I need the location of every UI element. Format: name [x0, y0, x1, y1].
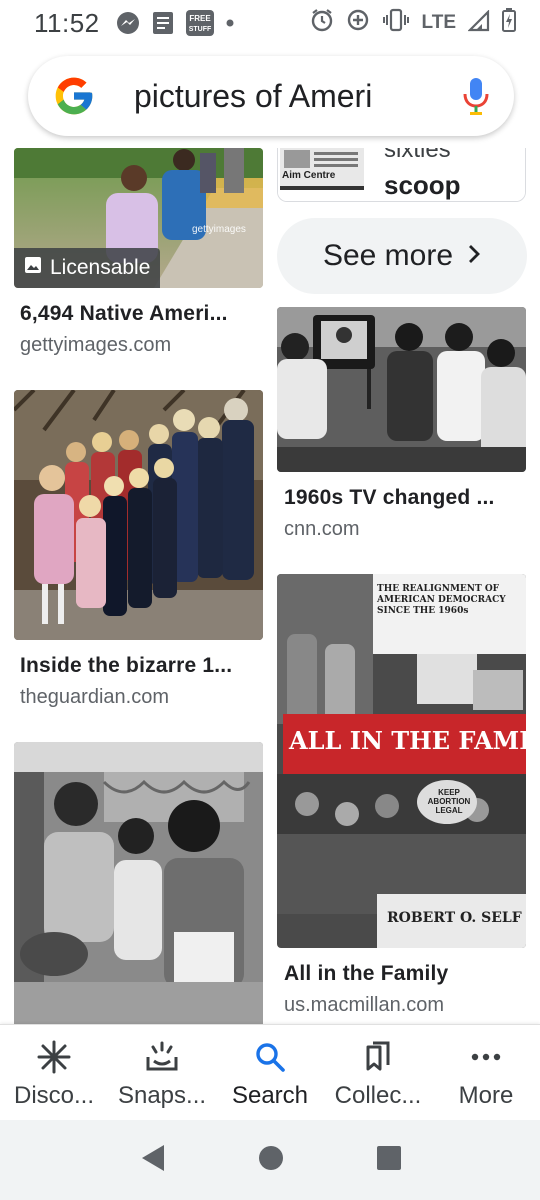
see-more-button[interactable]: See more — [277, 218, 527, 294]
vibrate-icon — [382, 8, 410, 39]
result-title[interactable]: 6,494 Native Ameri... — [20, 302, 228, 326]
image-icon — [24, 256, 42, 280]
result-image-family-kitchen[interactable] — [14, 742, 263, 1024]
bottom-nav: Disco... Snaps... Search Collec... More — [0, 1024, 540, 1120]
nav-label: Search — [231, 1082, 309, 1109]
getty-watermark: gettyimages — [192, 224, 246, 235]
search-input[interactable]: pictures of Ameri — [134, 78, 452, 115]
result-image-1960s-tv[interactable] — [277, 307, 526, 472]
status-right: LTE — [310, 7, 516, 39]
book-author: ROBERT O. SELF — [387, 910, 522, 926]
nav-discover[interactable]: Disco... — [0, 1025, 108, 1120]
nav-label: Collec... — [334, 1082, 422, 1109]
nav-label: Disco... — [13, 1082, 94, 1109]
nav-label: Snaps... — [117, 1082, 207, 1109]
book-title: ALL IN THE FAMILY — [289, 726, 526, 755]
newspaper-snippet-bottom: scoop — [384, 170, 461, 200]
nav-search[interactable]: Search — [216, 1025, 324, 1120]
newspaper-caption: Aim Centre — [282, 170, 336, 181]
result-title[interactable]: All in the Family — [284, 962, 448, 986]
newspaper-snippet-top: sixties — [384, 148, 451, 163]
collections-icon — [360, 1039, 396, 1080]
book-sign: KEEP ABORTION LEGAL — [427, 788, 471, 815]
licensable-badge[interactable]: Licensable — [14, 248, 161, 288]
status-bar: 11:52 FREE STUFF LTE — [0, 0, 540, 46]
network-type: LTE — [421, 12, 456, 33]
google-g-icon — [52, 74, 96, 118]
messenger-icon — [116, 11, 140, 35]
nav-snapshot[interactable]: Snaps... — [108, 1025, 216, 1120]
chevron-right-icon — [467, 239, 481, 273]
svg-text:STUFF: STUFF — [188, 26, 211, 33]
result-image-native-children[interactable]: gettyimages Licensable — [14, 148, 263, 288]
news-icon — [152, 11, 174, 35]
result-source[interactable]: us.macmillan.com — [284, 994, 444, 1017]
svg-text:FREE: FREE — [189, 14, 211, 23]
battery-icon — [502, 7, 516, 39]
data-saver-icon — [346, 8, 370, 39]
result-image-newspaper[interactable]: Aim Centre sixties scoop — [277, 148, 526, 202]
see-more-label: See more — [322, 239, 454, 272]
search-bar[interactable]: pictures of Ameri — [28, 56, 514, 136]
licensable-label: Licensable — [50, 256, 151, 279]
snapshot-icon — [144, 1039, 180, 1080]
result-source[interactable]: gettyimages.com — [20, 334, 171, 357]
result-source[interactable]: theguardian.com — [20, 686, 169, 709]
nav-more[interactable]: More — [432, 1025, 540, 1120]
mic-icon[interactable] — [462, 76, 490, 116]
result-source[interactable]: cnn.com — [284, 518, 360, 541]
nav-collections[interactable]: Collec... — [324, 1025, 432, 1120]
alarm-icon — [310, 8, 334, 39]
nav-label: More — [458, 1082, 514, 1109]
result-title[interactable]: Inside the bizarre 1... — [20, 654, 232, 678]
back-icon[interactable] — [138, 1143, 166, 1178]
result-image-group-children[interactable] — [14, 390, 263, 640]
signal-icon — [467, 8, 490, 39]
dot-icon — [226, 19, 234, 27]
asterisk-icon — [36, 1039, 72, 1080]
system-nav-bar — [0, 1120, 540, 1200]
search-icon — [252, 1039, 288, 1080]
recents-icon[interactable] — [376, 1145, 402, 1176]
free-stuff-icon: FREE STUFF — [185, 10, 214, 36]
home-icon[interactable] — [258, 1145, 284, 1176]
book-subtitle: THE REALIGNMENT OF AMERICAN DEMOCRACY SI… — [377, 584, 506, 616]
result-image-book-cover[interactable]: THE REALIGNMENT OF AMERICAN DEMOCRACY SI… — [277, 574, 526, 948]
screen: 11:52 FREE STUFF LTE pictures of Ameri g… — [0, 0, 540, 1200]
image-results-grid: gettyimages Licensable 6,494 Native Amer… — [0, 148, 540, 1024]
status-time: 11:52 — [34, 7, 100, 38]
result-title[interactable]: 1960s TV changed ... — [284, 486, 495, 510]
more-dots-icon — [468, 1039, 504, 1080]
